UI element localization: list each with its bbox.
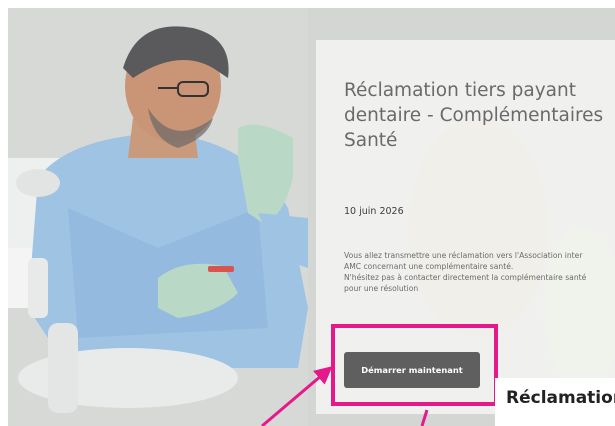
bottom-heading-strip: Réclamation [495, 378, 615, 426]
start-now-button[interactable]: Démarrer maintenant [344, 352, 480, 388]
complaint-info-card: Réclamation tiers payant dentaire - Comp… [316, 40, 615, 414]
bottom-heading: Réclamation [506, 388, 615, 408]
card-description-line-1: Vous allez transmettre une réclamation v… [344, 251, 583, 271]
card-description-line-2: N'hésitez pas à contacter directement la… [344, 273, 587, 293]
card-date: 10 juin 2026 [344, 206, 404, 217]
card-title: Réclamation tiers payant dentaire - Comp… [344, 80, 604, 151]
card-description: Vous allez transmettre une réclamation v… [344, 250, 592, 294]
